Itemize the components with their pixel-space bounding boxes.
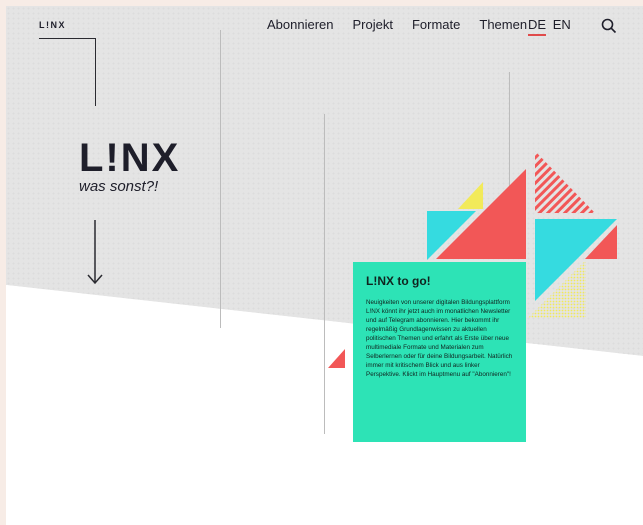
page: L!NX Abonnieren Projekt Formate Themen D… xyxy=(6,6,643,525)
red-triangle-small xyxy=(328,349,345,368)
card-title: L!NX to go! xyxy=(366,274,431,288)
yellow-triangle xyxy=(458,182,483,209)
geometric-decoration xyxy=(328,151,617,368)
card-text: Neuigkeiten von unserer digitalen Bildun… xyxy=(366,299,513,378)
striped-triangle xyxy=(535,151,595,213)
newsletter-card: L!NX to go! Neuigkeiten von unserer digi… xyxy=(353,262,526,442)
